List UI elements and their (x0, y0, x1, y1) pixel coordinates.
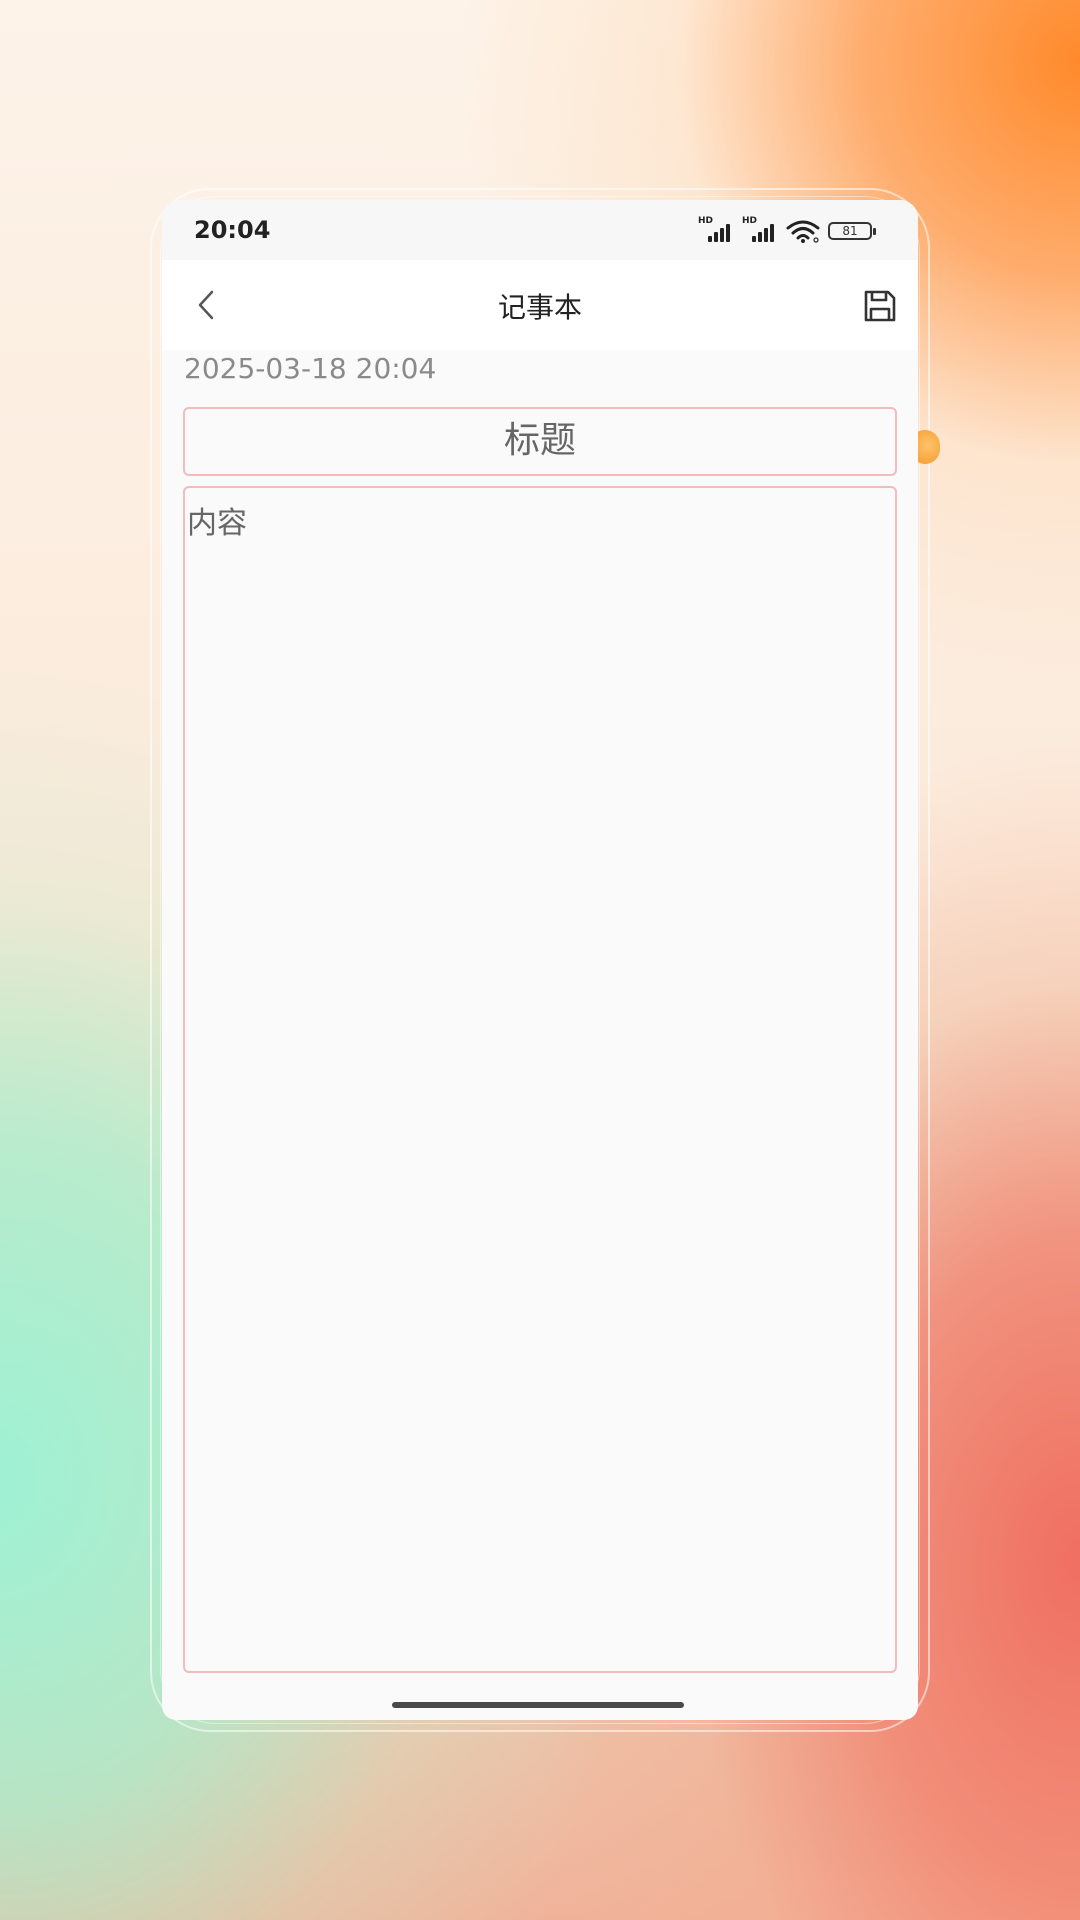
battery-level: 81 (842, 224, 858, 238)
content-placeholder: 内容 (187, 506, 247, 541)
content-input[interactable]: 内容 (183, 486, 897, 1673)
wifi-icon (786, 220, 820, 243)
floppy-disk-icon (864, 290, 896, 322)
save-button[interactable] (860, 286, 900, 326)
signal-hd-label: HD (698, 216, 714, 226)
app-screen: 20:04 HD HD 81 记事本 2025-03-18 20:04 标题 内… (162, 200, 918, 1720)
title-input[interactable]: 标题 (183, 407, 897, 476)
status-bar: 20:04 HD HD 81 (162, 200, 918, 260)
battery-icon: 81 (828, 222, 876, 240)
status-icons: HD HD 81 (698, 216, 876, 244)
signal-icon: HD (698, 216, 734, 244)
home-indicator[interactable] (392, 1702, 684, 1708)
page-title: 记事本 (497, 291, 582, 324)
signal-hd-label: HD (742, 216, 758, 226)
nav-bar: 记事本 (162, 260, 918, 350)
signal-icon: HD (742, 216, 778, 244)
status-time: 20:04 (194, 216, 271, 244)
note-date: 2025-03-18 20:04 (184, 352, 437, 385)
